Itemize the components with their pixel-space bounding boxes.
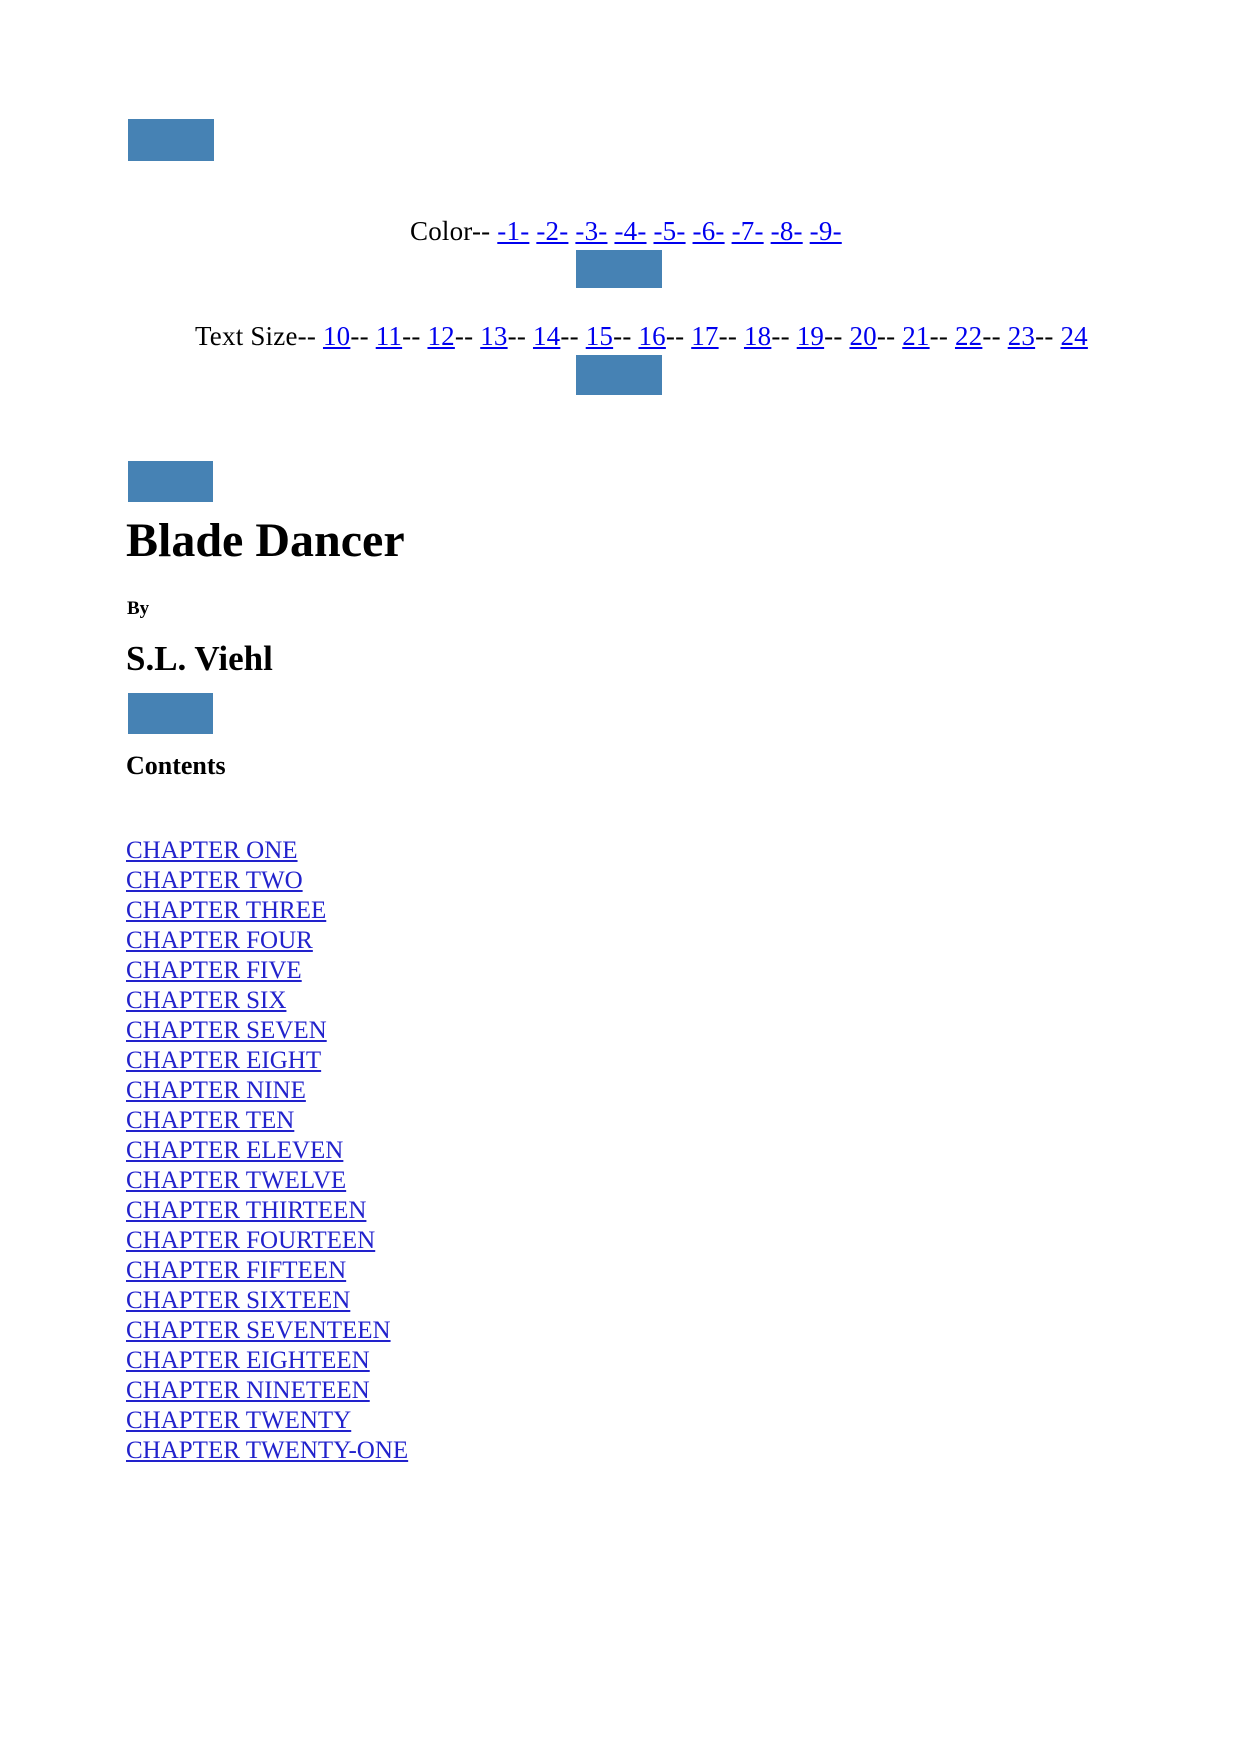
option-separator: -- — [507, 321, 527, 351]
option-separator: -- — [665, 321, 685, 351]
text-size-option-10[interactable]: 10 — [323, 321, 350, 351]
text-size-option-19[interactable]: 19 — [797, 321, 824, 351]
text-size-option-16[interactable]: 16 — [638, 321, 665, 351]
text-size-options-list: 10-- 11-- 12-- 13-- 14-- 15-- 16-- 17-- … — [316, 321, 1088, 351]
toc-link-3[interactable]: CHAPTER THREE — [126, 897, 326, 924]
toc-link-14[interactable]: CHAPTER FOURTEEN — [126, 1227, 375, 1254]
toc-link-13[interactable]: CHAPTER THIRTEEN — [126, 1197, 366, 1224]
option-separator: -- — [613, 321, 632, 351]
color-selector-label: Color-- — [410, 216, 491, 246]
option-separator: -- — [402, 321, 421, 351]
color-options-list: -1- -2- -3- -4- -5- -6- -7- -8- -9- — [490, 216, 841, 246]
text-size-selector-row: Text Size-- 10-- 11-- 12-- 13-- 14-- 15-… — [195, 321, 1088, 352]
toc-item: CHAPTER FIFTEEN — [126, 1256, 408, 1286]
toc-link-8[interactable]: CHAPTER EIGHT — [126, 1047, 321, 1074]
toc-link-20[interactable]: CHAPTER TWENTY — [126, 1407, 351, 1434]
color-option-6[interactable]: -6- — [693, 216, 725, 246]
toc-link-9[interactable]: CHAPTER NINE — [126, 1077, 306, 1104]
color-row-placeholder-image — [576, 250, 662, 288]
color-selector-row: Color-- -1- -2- -3- -4- -5- -6- -7- -8- … — [410, 216, 842, 247]
toc-item: CHAPTER THIRTEEN — [126, 1196, 408, 1226]
color-option-5[interactable]: -5- — [653, 216, 685, 246]
toc-item: CHAPTER NINETEEN — [126, 1376, 408, 1406]
toc-link-15[interactable]: CHAPTER FIFTEEN — [126, 1257, 346, 1284]
toc-item: CHAPTER FIVE — [126, 956, 408, 986]
toc-item: CHAPTER TWENTY — [126, 1406, 408, 1436]
text-size-option-17[interactable]: 17 — [691, 321, 718, 351]
toc-item: CHAPTER SEVENTEEN — [126, 1316, 408, 1346]
toc-item: CHAPTER TWO — [126, 866, 408, 896]
text-size-selector-label: Text Size-- — [195, 321, 317, 351]
toc-item: CHAPTER FOURTEEN — [126, 1226, 408, 1256]
text-size-row-placeholder-image — [576, 355, 662, 395]
toc-item: CHAPTER ELEVEN — [126, 1136, 408, 1166]
toc-item: CHAPTER SEVEN — [126, 1016, 408, 1046]
text-size-option-23[interactable]: 23 — [1008, 321, 1035, 351]
text-size-option-21[interactable]: 21 — [902, 321, 929, 351]
toc-item: CHAPTER SIX — [126, 986, 408, 1016]
option-separator: -- — [929, 321, 949, 351]
text-size-option-12[interactable]: 12 — [427, 321, 454, 351]
toc-item: CHAPTER TWENTY-ONE — [126, 1436, 408, 1466]
toc-item: CHAPTER SIXTEEN — [126, 1286, 408, 1316]
toc-item: CHAPTER EIGHTEEN — [126, 1346, 408, 1376]
option-separator: -- — [454, 321, 474, 351]
toc-link-16[interactable]: CHAPTER SIXTEEN — [126, 1287, 350, 1314]
top-banner-placeholder-image — [128, 119, 214, 161]
text-size-option-11[interactable]: 11 — [376, 321, 402, 351]
option-separator: -- — [718, 321, 738, 351]
option-separator: -- — [982, 321, 1001, 351]
toc-item: CHAPTER ONE — [126, 836, 408, 866]
toc-link-4[interactable]: CHAPTER FOUR — [126, 927, 313, 954]
title-placeholder-image — [128, 461, 213, 502]
toc-link-12[interactable]: CHAPTER TWELVE — [126, 1167, 346, 1194]
color-option-3[interactable]: -3- — [575, 216, 607, 246]
contents-heading: Contents — [126, 751, 226, 780]
contents-placeholder-image — [128, 693, 213, 734]
toc-link-10[interactable]: CHAPTER TEN — [126, 1107, 294, 1134]
option-separator: -- — [876, 321, 896, 351]
toc-link-19[interactable]: CHAPTER NINETEEN — [126, 1377, 370, 1404]
byline-label: By — [127, 598, 150, 619]
toc-link-5[interactable]: CHAPTER FIVE — [126, 957, 302, 984]
option-separator: -- — [560, 321, 579, 351]
option-separator: -- — [771, 321, 790, 351]
toc-item: CHAPTER THREE — [126, 896, 408, 926]
text-size-option-15[interactable]: 15 — [586, 321, 613, 351]
book-title: Blade Dancer — [126, 514, 405, 567]
toc-link-11[interactable]: CHAPTER ELEVEN — [126, 1137, 343, 1164]
toc-link-7[interactable]: CHAPTER SEVEN — [126, 1017, 327, 1044]
color-option-7[interactable]: -7- — [732, 216, 764, 246]
document-page: Color-- -1- -2- -3- -4- -5- -6- -7- -8- … — [0, 0, 1239, 1754]
color-option-1[interactable]: -1- — [497, 216, 529, 246]
toc-link-18[interactable]: CHAPTER EIGHTEEN — [126, 1347, 370, 1374]
color-option-2[interactable]: -2- — [536, 216, 568, 246]
toc-link-1[interactable]: CHAPTER ONE — [126, 837, 298, 864]
text-size-option-22[interactable]: 22 — [955, 321, 982, 351]
toc-link-21[interactable]: CHAPTER TWENTY-ONE — [126, 1437, 408, 1464]
toc-item: CHAPTER FOUR — [126, 926, 408, 956]
text-size-option-13[interactable]: 13 — [480, 321, 507, 351]
option-separator: -- — [1035, 321, 1054, 351]
toc-item: CHAPTER NINE — [126, 1076, 408, 1106]
toc-item: CHAPTER TEN — [126, 1106, 408, 1136]
color-option-4[interactable]: -4- — [614, 216, 646, 246]
toc-item: CHAPTER TWELVE — [126, 1166, 408, 1196]
toc-item: CHAPTER EIGHT — [126, 1046, 408, 1076]
option-separator: -- — [824, 321, 843, 351]
color-option-8[interactable]: -8- — [771, 216, 803, 246]
toc-link-6[interactable]: CHAPTER SIX — [126, 987, 286, 1014]
table-of-contents: CHAPTER ONE CHAPTER TWO CHAPTER THREE CHAPT… — [126, 836, 408, 1466]
toc-link-17[interactable]: CHAPTER SEVENTEEN — [126, 1317, 391, 1344]
text-size-option-14[interactable]: 14 — [533, 321, 560, 351]
option-separator: -- — [350, 321, 369, 351]
toc-link-2[interactable]: CHAPTER TWO — [126, 867, 303, 894]
color-option-9[interactable]: -9- — [810, 216, 842, 246]
text-size-option-18[interactable]: 18 — [744, 321, 771, 351]
text-size-option-24[interactable]: 24 — [1060, 321, 1087, 351]
author-name: S.L. Viehl — [126, 639, 273, 678]
text-size-option-20[interactable]: 20 — [849, 321, 876, 351]
